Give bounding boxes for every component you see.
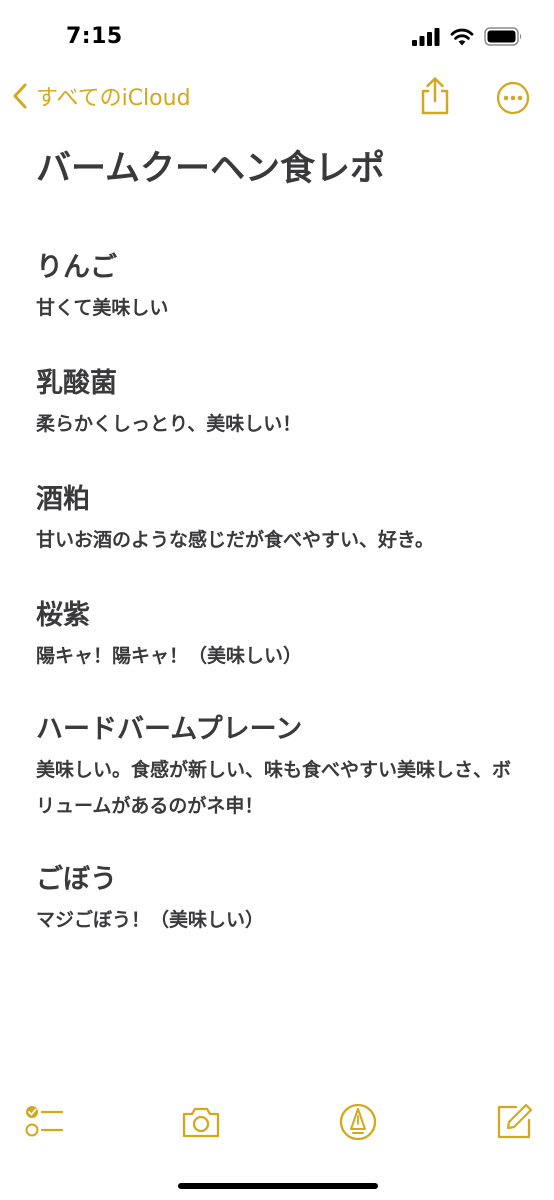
note-section[interactable]: りんご 甘くて美味しい [36,250,526,326]
checklist-icon [25,1106,64,1137]
note-section[interactable]: ハードバームプレーン 美味しい。食感が新しい、味も食べやすい美味しさ、ボリューム… [36,712,526,824]
note-section[interactable]: 酒粕 甘いお酒のような感じだが食べやすい、好き。 [36,482,526,558]
home-indicator [178,1183,378,1189]
share-icon [421,77,449,115]
compose-icon [497,1103,533,1139]
status-bar: 7:15 [0,0,554,74]
more-icon [496,81,530,115]
section-body: 陽キャ！陽キャ！（美味しい） [36,645,303,667]
status-icons [412,27,524,46]
back-label: すべてのiCloud [36,86,191,111]
back-button[interactable]: すべてのiCloud [12,80,191,112]
note-section[interactable]: 桜紫 陽キャ！陽キャ！（美味しい） [36,598,526,674]
markup-button[interactable] [338,1102,378,1142]
status-time: 7:15 [66,24,123,49]
section-heading: 酒粕 [36,484,90,515]
camera-button[interactable] [181,1102,221,1142]
section-body: 甘いお酒のような感じだが食べやすい、好き。 [36,529,435,551]
section-heading: りんご [36,252,117,283]
checklist-button[interactable] [24,1102,64,1142]
note-title[interactable]: バームクーヘン食レポ [36,140,385,191]
section-body: 美味しい。食感が新しい、味も食べやすい美味しさ、ボリュームがあるのがネ申！ [36,759,512,817]
pen-tip-icon [339,1103,377,1141]
section-body: 甘くて美味しい [36,297,169,319]
chevron-left-icon [13,83,27,109]
note-section[interactable]: ごぼう マジごぼう！（美味しい） [36,862,526,938]
section-heading: 桜紫 [36,600,90,631]
note-section[interactable]: 乳酸菌 柔らかくしっとり、美味しい！ [36,366,526,442]
share-button[interactable] [418,76,452,116]
section-body: 柔らかくしっとり、美味しい！ [36,413,302,435]
wifi-icon [450,28,474,45]
more-button[interactable] [496,81,530,115]
battery-icon [484,27,522,46]
camera-icon [182,1107,220,1138]
section-heading: ごぼう [36,864,117,895]
signal-icon [412,27,440,46]
nav-bar: すべてのiCloud [0,74,554,124]
section-heading: ハードバームプレーン [36,714,303,745]
compose-button[interactable] [494,1102,534,1142]
section-body: マジごぼう！（美味しい） [36,909,265,931]
section-heading: 乳酸菌 [36,368,117,399]
